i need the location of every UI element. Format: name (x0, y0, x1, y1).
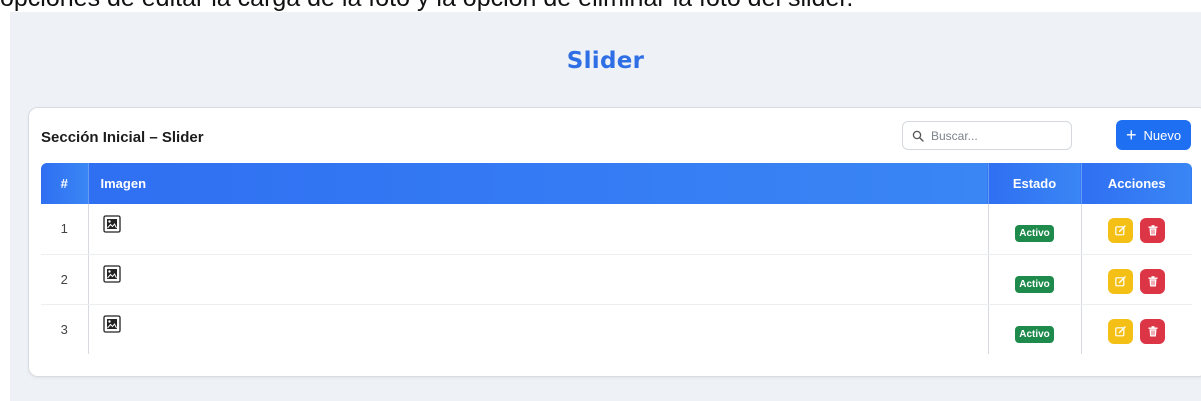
table-row: 2 Activo (41, 254, 1192, 305)
row-num: 1 (41, 204, 89, 255)
row-actions-cell (1081, 304, 1192, 354)
image-icon[interactable] (102, 265, 121, 283)
edit-icon (1115, 275, 1127, 286)
header-actions: Acciones (1080, 163, 1192, 204)
search-box[interactable] (902, 121, 1072, 150)
trash-icon (1148, 325, 1158, 337)
page-container: Slider Sección Inicial – Slider + Nuevo (10, 12, 1201, 401)
header-status[interactable]: Estado (987, 163, 1081, 204)
trash-icon (1148, 275, 1158, 286)
trash-icon (1148, 225, 1158, 236)
row-actions-cell (1081, 204, 1192, 255)
new-button[interactable]: + Nuevo (1116, 120, 1191, 150)
edit-button[interactable] (1108, 268, 1134, 294)
edit-icon (1115, 326, 1127, 337)
new-button-label: Nuevo (1143, 127, 1182, 143)
row-actions-cell (1081, 254, 1192, 305)
row-image-cell (88, 204, 988, 255)
row-image-cell (88, 254, 988, 305)
header-image[interactable]: Imagen (87, 163, 988, 204)
image-icon[interactable] (102, 215, 121, 233)
table-row: 1 Activo (41, 204, 1192, 255)
slider-table: # Imagen Estado Acciones 1 Activo 2 Acti… (41, 163, 1192, 354)
row-num: 2 (41, 254, 89, 305)
image-icon[interactable] (102, 315, 121, 333)
delete-button[interactable] (1140, 218, 1166, 244)
row-status-cell: Activo (987, 304, 1082, 354)
card-title: Sección Inicial – Slider (41, 129, 204, 146)
status-badge: Activo (1015, 225, 1054, 243)
header-num[interactable]: # (41, 163, 88, 204)
row-status-cell: Activo (987, 254, 1082, 305)
delete-button[interactable] (1140, 268, 1166, 294)
edit-icon (1115, 225, 1127, 236)
slider-card: Sección Inicial – Slider + Nuevo # (28, 107, 1201, 377)
table-row: 3 Activo (41, 304, 1192, 354)
page-title: Slider (566, 48, 645, 74)
search-input[interactable] (931, 128, 1061, 143)
edit-button[interactable] (1108, 318, 1134, 344)
table-header-row: # Imagen Estado Acciones (41, 163, 1192, 204)
edit-button[interactable] (1108, 218, 1134, 244)
search-icon (912, 130, 924, 142)
plus-icon: + (1125, 125, 1137, 145)
status-badge: Activo (1015, 325, 1054, 343)
status-badge: Activo (1015, 275, 1054, 293)
row-status-cell: Activo (987, 204, 1082, 255)
row-image-cell (88, 304, 988, 354)
page-caption: opciones de editar la carga de la foto y… (0, 0, 1201, 12)
delete-button[interactable] (1140, 318, 1166, 344)
row-num: 3 (41, 304, 89, 354)
